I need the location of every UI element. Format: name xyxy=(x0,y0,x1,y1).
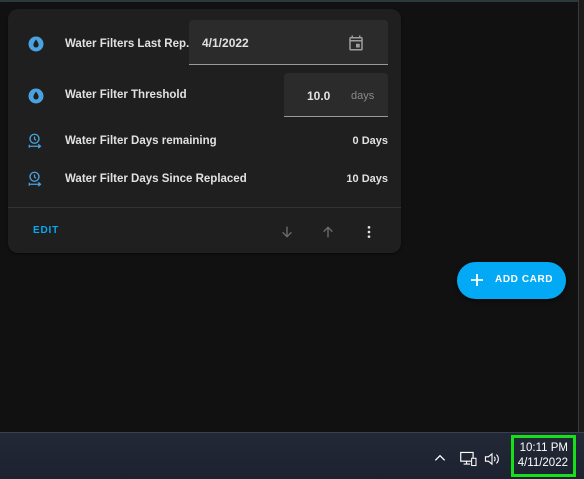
add-card-button[interactable]: ADD CARD xyxy=(457,262,566,299)
arrow-up-icon[interactable] xyxy=(317,221,339,243)
last-replaced-date-input[interactable]: 4/1/2022 xyxy=(189,20,388,65)
more-vertical-icon[interactable] xyxy=(358,221,380,243)
water-drop-icon xyxy=(26,86,46,106)
add-card-label: ADD CARD xyxy=(495,274,554,285)
clock-time: 10:11 PM xyxy=(519,442,568,454)
timer-sand-icon xyxy=(26,169,46,189)
window-scrollbar[interactable] xyxy=(578,0,584,432)
threshold-unit: days xyxy=(351,90,375,102)
entities-card: Water Filters Last Rep... 4/1/2022 Water… xyxy=(8,9,401,253)
clock-date: 4/11/2022 xyxy=(517,457,568,469)
row-value: 0 Days xyxy=(352,135,388,147)
row-label: Water Filter Threshold xyxy=(65,89,187,101)
card-divider xyxy=(8,207,401,208)
threshold-number-input[interactable]: 10.0 days xyxy=(284,73,388,117)
chevron-up-icon[interactable] xyxy=(433,451,447,465)
row-value: 10 Days xyxy=(346,173,388,185)
edit-button[interactable]: EDIT xyxy=(33,225,59,236)
timer-sand-icon xyxy=(26,131,46,151)
arrow-down-icon[interactable] xyxy=(276,221,298,243)
taskbar xyxy=(0,432,584,479)
water-drop-icon xyxy=(26,34,46,54)
calendar-icon[interactable] xyxy=(347,34,365,57)
window-top-edge xyxy=(0,0,584,2)
row-label: Water Filter Days remaining xyxy=(65,135,217,147)
row-label: Water Filter Days Since Replaced xyxy=(65,173,247,185)
taskbar-clock[interactable]: 10:11 PM 4/11/2022 xyxy=(511,435,576,477)
volume-icon[interactable] xyxy=(483,451,501,467)
network-icon[interactable] xyxy=(459,451,477,467)
threshold-value: 10.0 xyxy=(307,89,331,103)
plus-icon xyxy=(468,271,486,294)
date-value: 4/1/2022 xyxy=(202,36,249,50)
row-label: Water Filters Last Rep... xyxy=(65,38,196,50)
